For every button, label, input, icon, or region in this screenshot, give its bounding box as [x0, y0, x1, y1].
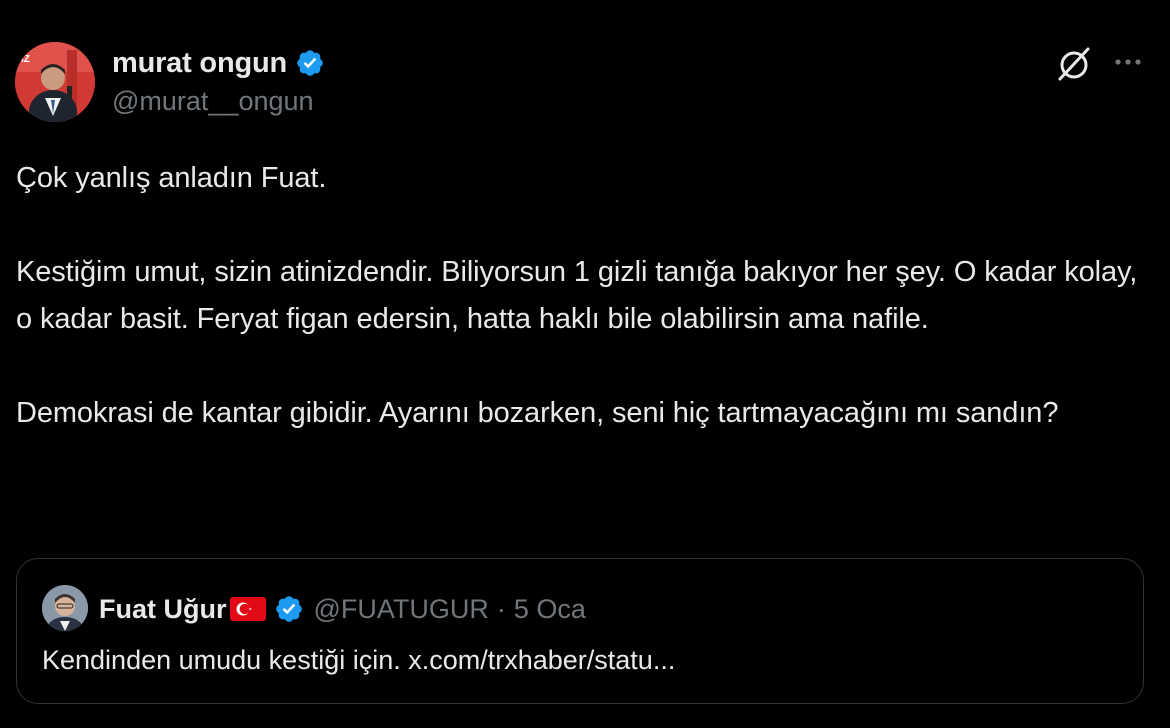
- tweet-text: Çok yanlış anladın Fuat. Kestiğim umut, …: [16, 155, 1156, 437]
- verified-badge-icon: [295, 48, 325, 78]
- author-avatar[interactable]: İZ: [15, 42, 95, 122]
- tweet: İZ murat ongun @murat__ongun Çok yanlış …: [0, 0, 1170, 728]
- quoted-author-handle[interactable]: @FUATUGUR: [314, 594, 489, 625]
- more-horizontal-icon[interactable]: [1112, 50, 1144, 74]
- quoted-tweet-card[interactable]: Fuat Uğur @FUATUGUR · 5 Oca Kendinden um…: [16, 558, 1144, 704]
- separator-dot: ·: [496, 593, 506, 624]
- tweet-paragraph: Demokrasi de kantar gibidir. Ayarını boz…: [16, 397, 1059, 429]
- turkey-flag-icon: [229, 597, 266, 621]
- quoted-tweet-text: Kendinden umudu kestiği için. x.com/trxh…: [42, 645, 676, 675]
- tweet-paragraph: Çok yanlış anladın Fuat.: [16, 162, 327, 194]
- tweet-paragraph: Kestiğim umut, sizin atinizdendir. Biliy…: [16, 256, 1138, 335]
- quoted-tweet-header: Fuat Uğur @FUATUGUR · 5 Oca: [99, 589, 586, 629]
- verified-badge-icon: [275, 596, 302, 622]
- quoted-author-avatar[interactable]: [42, 585, 88, 631]
- quoted-author-display-name[interactable]: Fuat Uğur: [99, 594, 227, 625]
- svg-text:İZ: İZ: [21, 52, 30, 65]
- grok-icon[interactable]: [1054, 44, 1094, 84]
- author-handle[interactable]: @murat__ongun: [112, 86, 325, 117]
- author-display-name[interactable]: murat ongun: [112, 47, 287, 80]
- author-block: murat ongun @murat__ongun: [112, 44, 325, 117]
- quoted-tweet-date[interactable]: 5 Oca: [514, 594, 586, 625]
